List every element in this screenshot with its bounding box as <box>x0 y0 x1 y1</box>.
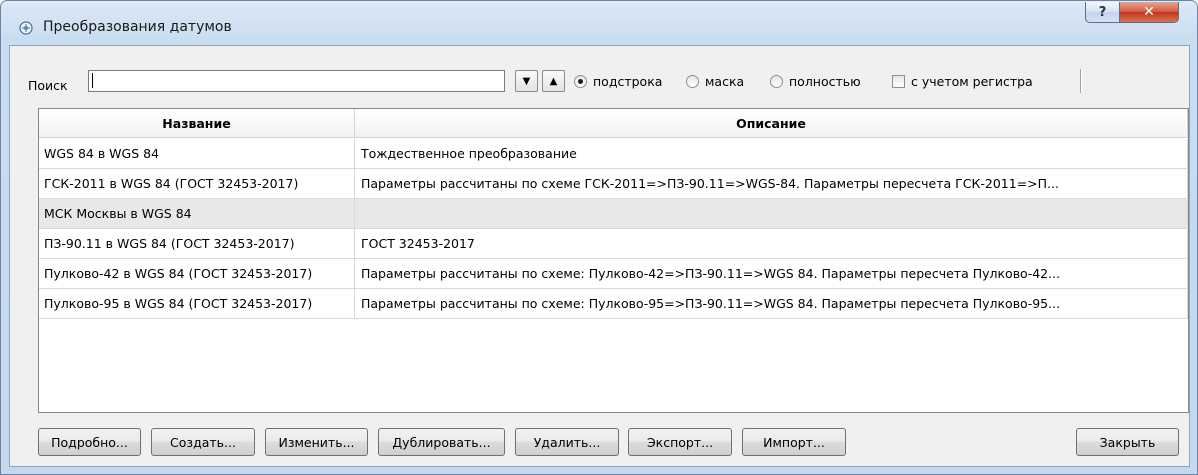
cell-description: Параметры рассчитаны по схеме: Пулково-4… <box>355 259 1188 288</box>
mode-exact[interactable]: полностью <box>770 70 861 92</box>
find-next-button[interactable]: ▼ <box>515 70 538 92</box>
dialog-window: Преобразования датумов ? ✕ Поиск ▼ ▲ под… <box>0 0 1198 475</box>
arrow-down-icon: ▼ <box>522 75 531 87</box>
transformations-table[interactable]: Название Описание WGS 84 в WGS 84 Тождес… <box>38 108 1189 413</box>
search-input[interactable] <box>88 70 505 92</box>
mode-substring[interactable]: подстрока <box>574 70 662 92</box>
cell-description: Тождественное преобразование <box>355 139 1188 168</box>
radio-exact[interactable] <box>770 74 783 88</box>
cell-description <box>355 199 1188 228</box>
export-button[interactable]: Экспорт... <box>628 428 732 456</box>
mode-mask-label: маска <box>705 73 745 89</box>
table-row[interactable]: WGS 84 в WGS 84 Тождественное преобразов… <box>39 139 1188 169</box>
toolbar-separator <box>1080 69 1081 93</box>
table-header: Название Описание <box>39 109 1188 138</box>
cell-description: Параметры рассчитаны по схеме: Пулково-9… <box>355 289 1188 318</box>
column-header-description[interactable]: Описание <box>355 109 1188 138</box>
close-icon: ✕ <box>1143 4 1155 20</box>
table-body: WGS 84 в WGS 84 Тождественное преобразов… <box>39 139 1188 319</box>
radio-substring[interactable] <box>574 74 587 88</box>
details-button[interactable]: Подробно... <box>38 428 141 456</box>
cell-name: Пулково-42 в WGS 84 (ГОСТ 32453-2017) <box>39 259 355 288</box>
find-previous-button[interactable]: ▲ <box>542 70 565 92</box>
cell-description: Параметры рассчитаны по схеме ГСК-2011=>… <box>355 169 1188 198</box>
table-row[interactable]: Пулково-95 в WGS 84 (ГОСТ 32453-2017) Па… <box>39 289 1188 319</box>
table-row[interactable]: Пулково-42 в WGS 84 (ГОСТ 32453-2017) Па… <box>39 259 1188 289</box>
cell-name: WGS 84 в WGS 84 <box>39 139 355 168</box>
create-button[interactable]: Создать... <box>151 428 255 456</box>
case-sensitive[interactable]: с учетом регистра <box>892 70 1033 92</box>
radio-mask[interactable] <box>686 74 699 88</box>
search-label: Поиск <box>28 78 68 93</box>
cell-description: ГОСТ 32453-2017 <box>355 229 1188 258</box>
close-button[interactable]: Закрыть <box>1076 428 1179 456</box>
mode-substring-label: подстрока <box>593 73 663 89</box>
case-sensitive-checkbox[interactable] <box>892 74 905 88</box>
close-window-button[interactable]: ✕ <box>1119 2 1179 23</box>
datum-transform-icon <box>19 21 33 35</box>
import-button[interactable]: Импорт... <box>742 428 846 456</box>
cell-name: МСК Москвы в WGS 84 <box>39 199 355 228</box>
dialog-body: Поиск ▼ ▲ подстрока маска полностью с уч… <box>9 45 1190 467</box>
table-row[interactable]: ГСК-2011 в WGS 84 (ГОСТ 32453-2017) Пара… <box>39 169 1188 199</box>
mode-exact-label: полностью <box>789 73 861 89</box>
mode-mask[interactable]: маска <box>686 70 744 92</box>
help-button[interactable]: ? <box>1085 2 1120 23</box>
delete-button[interactable]: Удалить... <box>515 428 619 456</box>
table-row[interactable]: ПЗ-90.11 в WGS 84 (ГОСТ 32453-2017) ГОСТ… <box>39 229 1188 259</box>
help-icon: ? <box>1098 4 1107 20</box>
window-title: Преобразования датумов <box>43 19 232 35</box>
title-bar[interactable]: Преобразования датумов ? ✕ <box>1 1 1197 45</box>
arrow-up-icon: ▲ <box>549 75 558 87</box>
cell-name: ПЗ-90.11 в WGS 84 (ГОСТ 32453-2017) <box>39 229 355 258</box>
table-row-selected[interactable]: МСК Москвы в WGS 84 <box>39 199 1188 229</box>
case-sensitive-label: с учетом регистра <box>911 73 1033 89</box>
duplicate-button[interactable]: Дублировать... <box>378 428 505 456</box>
edit-button[interactable]: Изменить... <box>265 428 368 456</box>
column-header-name[interactable]: Название <box>39 109 355 138</box>
cell-name: Пулково-95 в WGS 84 (ГОСТ 32453-2017) <box>39 289 355 318</box>
text-cursor <box>92 73 93 88</box>
cell-name: ГСК-2011 в WGS 84 (ГОСТ 32453-2017) <box>39 169 355 198</box>
